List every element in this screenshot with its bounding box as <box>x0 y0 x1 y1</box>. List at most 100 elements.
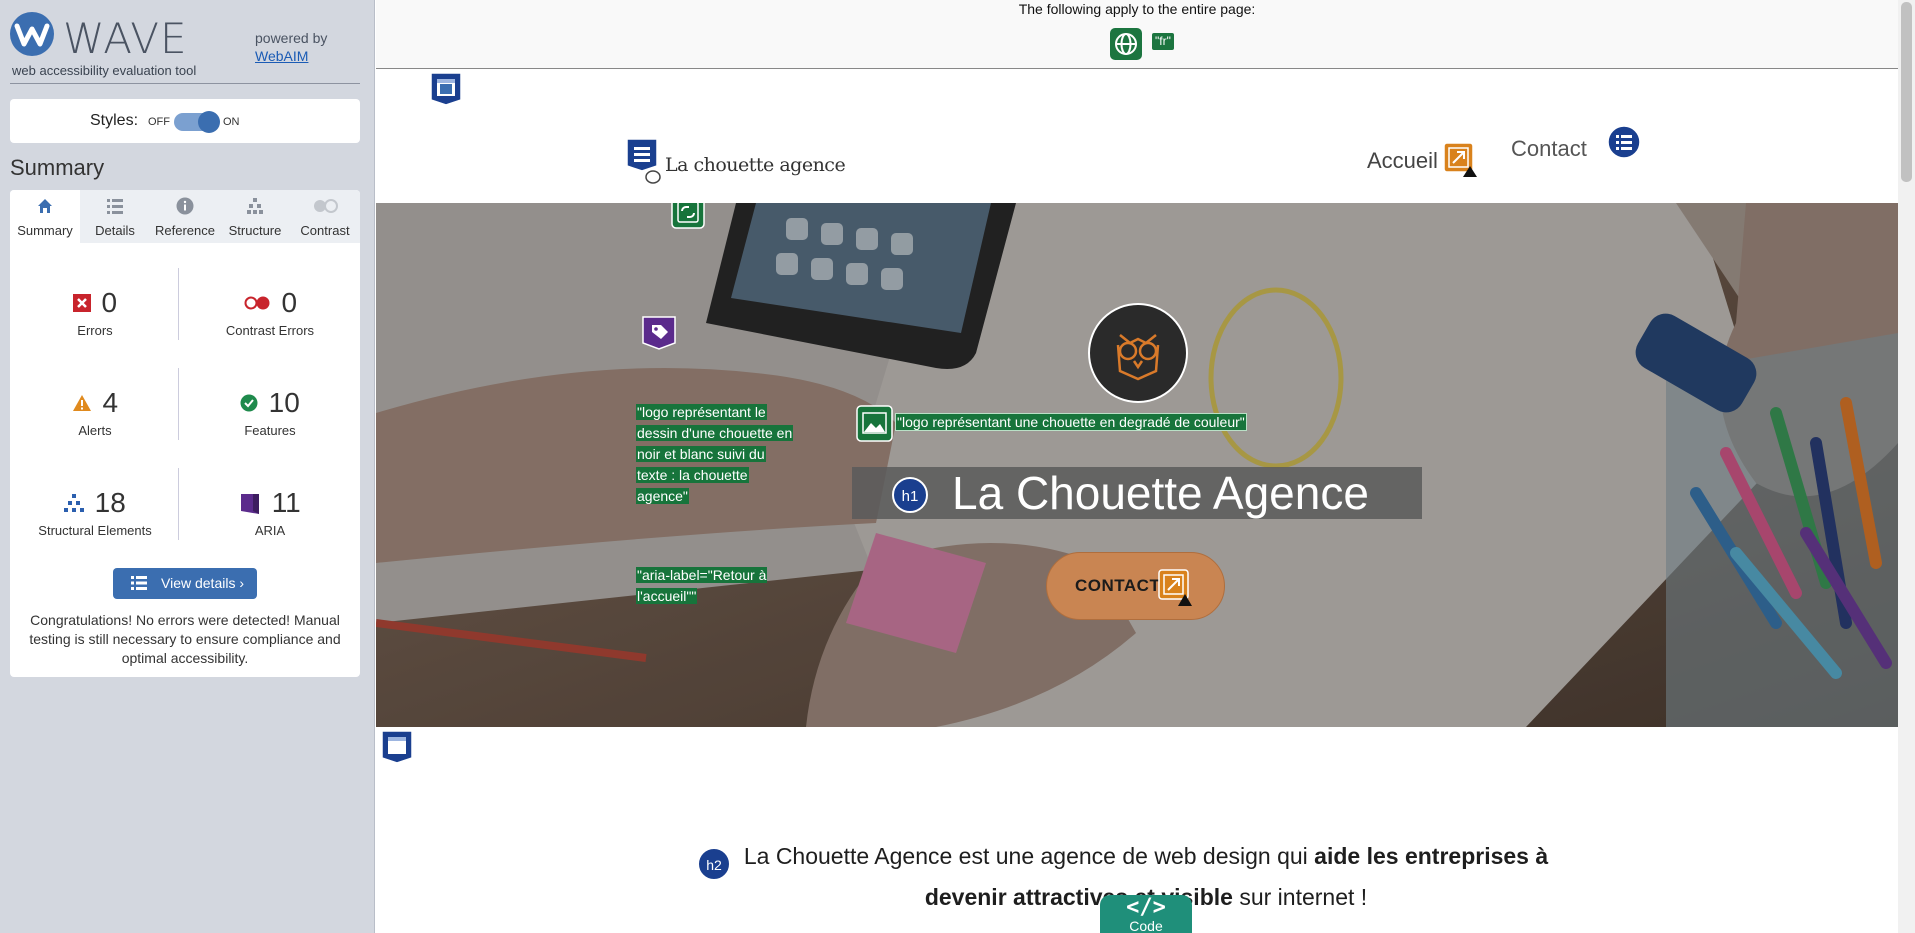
divider <box>178 468 179 540</box>
summary-heading: Summary <box>10 155 105 180</box>
errors-stat[interactable]: 0 Errors <box>10 287 180 338</box>
code-tab-label: Code <box>1129 918 1163 933</box>
alt-text: "logo représentant le dessin d'une choue… <box>636 404 794 504</box>
main-landmark-icon[interactable] <box>381 730 413 764</box>
navigation-landmark-icon[interactable] <box>626 138 658 172</box>
tab-label: Summary <box>17 223 73 238</box>
tab-details[interactable]: Details <box>80 190 150 243</box>
page-wide-text: The following apply to the entire page: <box>1018 1 1256 17</box>
alerts-stat[interactable]: 4 Alerts <box>10 387 180 438</box>
language-badge[interactable]: "fr" <box>1152 33 1174 50</box>
intro-text-end: sur internet ! <box>1232 884 1368 910</box>
structural-count: 18 <box>94 487 126 518</box>
aria-icon <box>241 494 260 514</box>
hero-banner: "logo représentant le dessin d'une choue… <box>376 203 1898 727</box>
alt-text-logo-label: "logo représentant le dessin d'une choue… <box>636 402 796 507</box>
list-icon <box>131 576 147 590</box>
alert-icon <box>72 395 91 411</box>
styles-toggle-box: Styles: OFF ON <box>10 99 360 143</box>
wave-sidebar: WAVE web accessibility evaluation tool p… <box>0 0 375 933</box>
code-icon: </> <box>1126 895 1166 920</box>
contrast-errors-label: Contrast Errors <box>225 323 315 338</box>
language-globe-icon[interactable] <box>1110 28 1142 60</box>
intro-text: La Chouette Agence est une agence de web… <box>743 843 1315 869</box>
contact-cta-button[interactable]: CONTACT <box>1046 552 1225 620</box>
structure-icon <box>64 494 85 512</box>
hierarchy-icon <box>247 198 263 214</box>
image-alt-icon[interactable] <box>856 405 894 443</box>
svg-text:h1: h1 <box>902 488 919 505</box>
page-title: La Chouette Agence <box>952 467 1369 519</box>
error-icon <box>72 294 91 312</box>
alt-text-owl-label: "logo représentant une chouette en degra… <box>895 413 1247 431</box>
alerts-label: Alerts <box>78 423 112 438</box>
panel-tabs: Summary Details Reference Structure Cont… <box>10 190 360 243</box>
aria-label: ARIA <box>254 523 286 538</box>
structural-stat[interactable]: 18 Structural Elements <box>10 487 180 538</box>
tab-reference[interactable]: Reference <box>150 190 220 243</box>
brand-logo-text[interactable]: La chouette agence <box>665 154 846 176</box>
header-landmark-icon[interactable] <box>430 72 462 106</box>
redundant-link-alert-icon[interactable] <box>1443 142 1479 178</box>
view-details-button[interactable]: View details › <box>113 568 257 599</box>
divider <box>178 368 179 440</box>
aria-label-text-label: "aria-label="Retour à l'accueil"" <box>636 565 776 607</box>
nav-link-accueil[interactable]: Accueil <box>1367 148 1438 174</box>
summary-panel: Summary Details Reference Structure Cont… <box>10 190 360 677</box>
tab-label: Structure <box>228 223 282 238</box>
structural-label: Structural Elements <box>38 523 152 538</box>
aria-label-text: "aria-label="Retour à l'accueil"" <box>636 567 768 604</box>
page-wide-results-bar: The following apply to the entire page: … <box>376 0 1898 69</box>
feature-check-icon <box>240 394 258 412</box>
tab-contrast[interactable]: Contrast <box>290 190 360 243</box>
contrast-errors-count: 0 <box>281 287 298 318</box>
cta-label: CONTACT <box>1075 576 1161 595</box>
errors-label: Errors <box>77 323 113 338</box>
site-preview: La chouette agence Accueil Contact "logo… <box>376 70 1898 933</box>
contrast-icon <box>314 199 338 213</box>
nav-link-contact[interactable]: Contact <box>1511 136 1587 162</box>
hero-heading-box: h1 La Chouette Agence <box>852 467 1422 519</box>
features-label: Features <box>244 423 296 438</box>
view-details-label: View details › <box>161 575 245 591</box>
styles-off-label: OFF <box>148 116 170 128</box>
scrollbar[interactable] <box>1898 0 1915 933</box>
list-icon <box>107 199 123 214</box>
wave-title: WAVE <box>63 14 188 63</box>
tab-label: Details <box>95 223 135 238</box>
redundant-link-alert-icon[interactable] <box>1158 569 1196 607</box>
tab-summary[interactable]: Summary <box>10 190 80 243</box>
aria-label-tag-icon[interactable] <box>641 315 677 351</box>
powered-by-text: powered by <box>255 30 328 46</box>
tab-label: Contrast <box>300 223 350 238</box>
styles-toggle-switch[interactable] <box>174 111 220 133</box>
scrollbar-thumb[interactable] <box>1901 2 1912 182</box>
divider <box>178 268 179 340</box>
aria-stat[interactable]: 11 ARIA <box>185 487 355 538</box>
styles-label: Styles: <box>90 112 139 129</box>
h1-heading-icon[interactable]: h1 <box>892 477 928 513</box>
linked-image-icon[interactable] <box>671 203 705 229</box>
tab-structure[interactable]: Structure <box>220 190 290 243</box>
congratulations-message: Congratulations! No errors were detected… <box>29 612 341 666</box>
svg-text:h2: h2 <box>706 857 722 873</box>
tab-label: Reference <box>155 223 215 238</box>
home-icon <box>38 199 52 213</box>
aria-count: 11 <box>271 487 301 518</box>
alt-text: "logo représentant une chouette en degra… <box>895 413 1247 431</box>
code-panel-tab[interactable]: </> Code <box>1100 895 1192 933</box>
divider <box>10 83 360 84</box>
alerts-count: 4 <box>102 387 119 418</box>
list-structure-icon[interactable] <box>1607 125 1641 159</box>
hero-background-image <box>376 203 1898 727</box>
contrast-errors-stat[interactable]: 0 Contrast Errors <box>185 287 355 338</box>
contrast-error-icon <box>244 296 270 310</box>
owl-gradient-icon <box>1116 334 1160 381</box>
wave-logo-icon <box>10 12 54 56</box>
toggle-knob <box>198 111 220 133</box>
info-icon <box>176 197 194 215</box>
webaim-link[interactable]: WebAIM <box>255 48 308 64</box>
wave-tagline: web accessibility evaluation tool <box>12 63 197 78</box>
styles-on-label: ON <box>223 116 240 128</box>
features-stat[interactable]: 10 Features <box>185 387 355 438</box>
